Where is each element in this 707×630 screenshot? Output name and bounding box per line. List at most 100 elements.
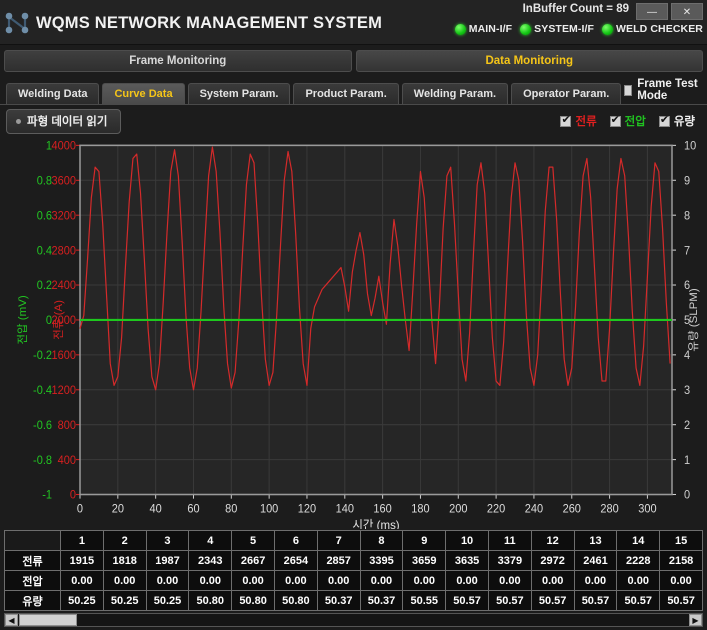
legend-toggle-flow[interactable]: 유량 bbox=[658, 113, 695, 129]
table-cell[interactable]: 0.00 bbox=[616, 570, 661, 591]
table-cell[interactable]: 2667 bbox=[231, 550, 275, 571]
table-cell[interactable]: 2654 bbox=[273, 550, 318, 571]
curve-data-table[interactable]: 1 2 3 4 5 6 7 8 9 10 11 12 13 14 15 전류 1915 1818 1987 2343 2… bbox=[4, 530, 703, 611]
scrollbar-thumb[interactable] bbox=[19, 614, 77, 626]
table-cell[interactable]: 0.00 bbox=[316, 570, 361, 591]
table-cell[interactable]: 0.00 bbox=[188, 570, 233, 591]
table-column-header[interactable]: 6 bbox=[273, 530, 318, 551]
legend-toggle-voltage[interactable]: 전압 bbox=[609, 113, 646, 129]
table-column-header[interactable]: 1 bbox=[60, 530, 104, 551]
svg-text:-0.8: -0.8 bbox=[33, 455, 52, 467]
table-cell[interactable]: 50.80 bbox=[273, 590, 318, 611]
table-cell[interactable]: 0.00 bbox=[573, 570, 618, 591]
table-cell[interactable]: 1915 bbox=[60, 550, 104, 571]
table-column-header[interactable]: 4 bbox=[188, 530, 233, 551]
table-cell[interactable]: 50.80 bbox=[188, 590, 233, 611]
table-cell[interactable]: 1818 bbox=[102, 550, 147, 571]
table-column-header[interactable]: 7 bbox=[316, 530, 361, 551]
table-cell[interactable]: 2972 bbox=[530, 550, 575, 571]
data-table-panel: 1 2 3 4 5 6 7 8 9 10 11 12 13 14 15 전류 1915 1818 1987 2343 2… bbox=[0, 529, 707, 630]
table-cell[interactable]: 0.00 bbox=[273, 570, 318, 591]
svg-text:0: 0 bbox=[70, 489, 76, 501]
curve-chart[interactable]: -1 -0.8 -0.6 -0.4 -0.2 0 0.2 0.4 0.6 0.8 1 0 400 800 1… bbox=[0, 137, 707, 529]
table-cell[interactable]: 50.57 bbox=[659, 590, 703, 611]
table-cell[interactable]: 1987 bbox=[145, 550, 190, 571]
table-column-header[interactable]: 10 bbox=[445, 530, 489, 551]
table-cell[interactable]: 50.55 bbox=[402, 590, 447, 611]
table-cell[interactable]: 50.25 bbox=[60, 590, 104, 611]
table-cell[interactable]: 2158 bbox=[659, 550, 703, 571]
scrollbar-track[interactable] bbox=[18, 614, 689, 626]
table-cell[interactable]: 0.00 bbox=[530, 570, 575, 591]
tab-operator-param[interactable]: Operator Param. bbox=[511, 83, 622, 104]
table-cell[interactable]: 0.00 bbox=[60, 570, 104, 591]
table-column-header[interactable]: 14 bbox=[616, 530, 661, 551]
svg-text:3200: 3200 bbox=[52, 210, 76, 222]
table-cell[interactable]: 50.57 bbox=[445, 590, 489, 611]
table-cell[interactable]: 0.00 bbox=[359, 570, 404, 591]
table-cell[interactable]: 50.25 bbox=[145, 590, 190, 611]
table-cell[interactable]: 2461 bbox=[573, 550, 618, 571]
table-column-header[interactable]: 11 bbox=[487, 530, 532, 551]
scroll-right-icon[interactable]: ▶ bbox=[689, 614, 702, 626]
table-cell[interactable]: 2857 bbox=[316, 550, 361, 571]
table-cell[interactable]: 50.57 bbox=[616, 590, 661, 611]
table-cell[interactable]: 3659 bbox=[402, 550, 447, 571]
table-cell[interactable]: 0.00 bbox=[145, 570, 190, 591]
table-horizontal-scrollbar[interactable]: ◀ ▶ bbox=[4, 613, 703, 627]
table-cell[interactable]: 3395 bbox=[359, 550, 404, 571]
frame-test-mode-toggle[interactable]: Frame Test Mode bbox=[624, 78, 703, 104]
svg-text:유량 (SLPM): 유량 (SLPM) bbox=[687, 288, 700, 352]
tab-welding-data[interactable]: Welding Data bbox=[6, 83, 100, 104]
flow-checkbox[interactable] bbox=[658, 114, 670, 127]
table-corner-cell[interactable] bbox=[4, 530, 61, 551]
table-cell[interactable]: 0.00 bbox=[402, 570, 447, 591]
current-checkbox[interactable] bbox=[560, 114, 572, 127]
legend-toggle-current[interactable]: 전류 bbox=[560, 113, 597, 129]
table-cell[interactable]: 0.00 bbox=[659, 570, 703, 591]
tab-system-param[interactable]: System Param. bbox=[187, 83, 291, 104]
table-header-row: 1 2 3 4 5 6 7 8 9 10 11 12 13 14 15 bbox=[4, 530, 703, 551]
table-column-header[interactable]: 9 bbox=[402, 530, 447, 551]
svg-text:260: 260 bbox=[563, 503, 581, 515]
frame-test-mode-checkbox[interactable] bbox=[624, 84, 633, 96]
led-icon bbox=[454, 23, 466, 35]
curve-chart-svg: -1-0.8-0.6-0.4-0.200.20.40.60.8104008001… bbox=[16, 140, 700, 529]
table-row: 전류 1915 1818 1987 2343 2667 2654 2857 3395 3659 36… bbox=[4, 550, 703, 571]
table-column-header[interactable]: 5 bbox=[231, 530, 275, 551]
table-row-header: 전류 bbox=[4, 550, 61, 571]
table-cell[interactable]: 0.00 bbox=[445, 570, 489, 591]
table-cell[interactable]: 0.00 bbox=[487, 570, 532, 591]
voltage-checkbox[interactable] bbox=[609, 114, 621, 127]
table-column-header[interactable]: 13 bbox=[573, 530, 618, 551]
table-cell[interactable]: 0.00 bbox=[231, 570, 275, 591]
table-column-header[interactable]: 2 bbox=[102, 530, 147, 551]
table-cell[interactable]: 50.57 bbox=[487, 590, 532, 611]
tab-data-monitoring[interactable]: Data Monitoring bbox=[355, 50, 703, 72]
minimize-button[interactable]: — bbox=[636, 3, 668, 20]
table-column-header[interactable]: 15 bbox=[659, 530, 703, 551]
read-waveform-data-button[interactable]: 파형 데이터 읽기 bbox=[6, 108, 122, 134]
table-cell[interactable]: 50.37 bbox=[359, 590, 404, 611]
table-cell[interactable]: 50.80 bbox=[231, 590, 275, 611]
table-cell[interactable]: 3379 bbox=[487, 550, 532, 571]
tab-welding-param[interactable]: Welding Param. bbox=[401, 83, 509, 104]
table-cell[interactable]: 50.25 bbox=[102, 590, 147, 611]
table-cell[interactable]: 2343 bbox=[188, 550, 233, 571]
table-column-header[interactable]: 3 bbox=[145, 530, 190, 551]
toolbar: 파형 데이터 읽기 전류 전압 유량 bbox=[0, 105, 707, 137]
scroll-left-icon[interactable]: ◀ bbox=[5, 614, 18, 626]
tab-product-param[interactable]: Product Param. bbox=[293, 83, 399, 104]
table-column-header[interactable]: 8 bbox=[359, 530, 404, 551]
svg-text:1200: 1200 bbox=[52, 385, 76, 397]
table-cell[interactable]: 50.37 bbox=[316, 590, 361, 611]
table-cell[interactable]: 0.00 bbox=[102, 570, 147, 591]
close-button[interactable]: ✕ bbox=[671, 3, 703, 20]
table-cell[interactable]: 2228 bbox=[616, 550, 661, 571]
table-cell[interactable]: 50.57 bbox=[573, 590, 618, 611]
tab-curve-data[interactable]: Curve Data bbox=[102, 83, 185, 104]
table-cell[interactable]: 50.57 bbox=[530, 590, 575, 611]
table-column-header[interactable]: 12 bbox=[530, 530, 575, 551]
tab-frame-monitoring[interactable]: Frame Monitoring bbox=[4, 50, 352, 72]
table-cell[interactable]: 3635 bbox=[445, 550, 489, 571]
